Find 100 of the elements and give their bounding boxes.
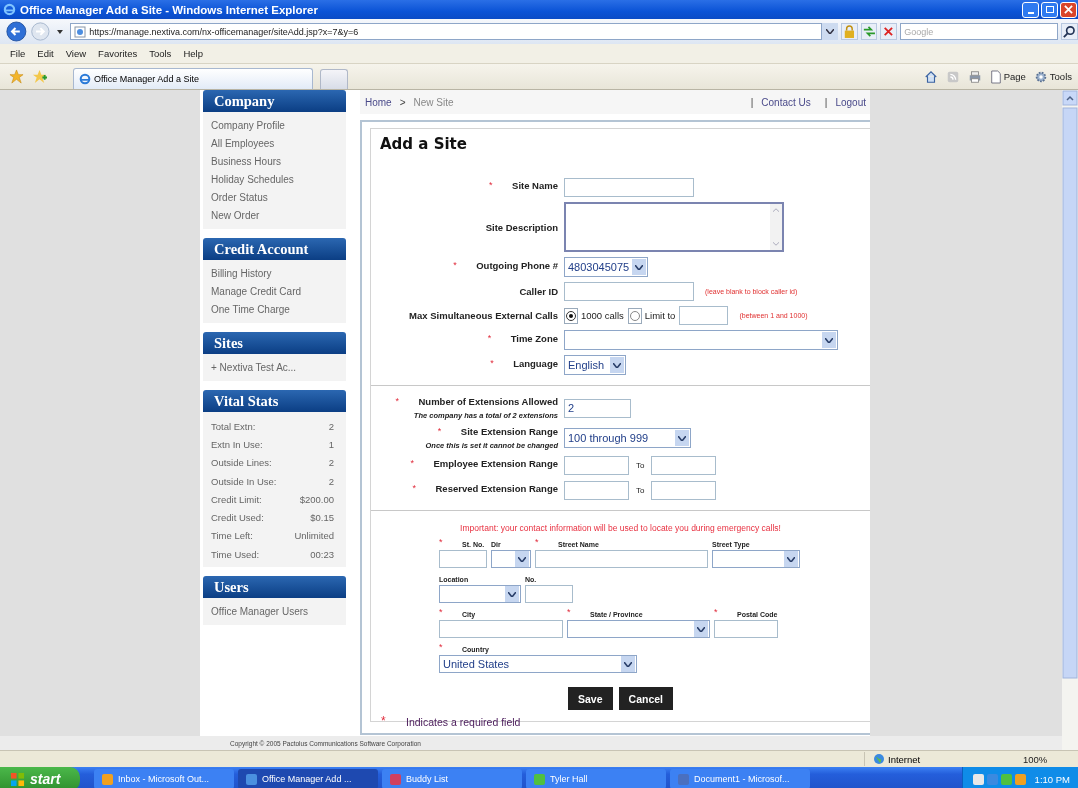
required-asterisk: * — [567, 606, 572, 619]
back-button[interactable] — [6, 21, 27, 42]
menu-item[interactable]: Tools — [145, 48, 176, 59]
dropdown[interactable] — [491, 550, 531, 568]
required-asterisk: * — [490, 357, 495, 370]
sidebar-link[interactable]: All Employees — [203, 135, 346, 153]
header-link[interactable]: Contact Us — [761, 96, 811, 108]
radio-button[interactable] — [566, 310, 576, 321]
dropdown[interactable]: 4803045075 — [564, 257, 648, 277]
zoom-level-button[interactable]: 100% — [1023, 753, 1048, 765]
clock: 1:10 PM — [1034, 773, 1070, 785]
sidebar-link[interactable]: Holiday Schedules — [203, 171, 346, 189]
print-icon[interactable] — [967, 69, 982, 84]
radio-button[interactable] — [629, 310, 640, 321]
menu-item[interactable]: Favorites — [94, 48, 142, 59]
required-asterisk: * — [439, 536, 444, 549]
add-favorite-icon[interactable] — [32, 69, 47, 84]
dropdown[interactable]: 100 through 999 — [564, 428, 691, 448]
sidebar-link[interactable]: Office Manager Users — [203, 603, 346, 622]
field-label: Caller ID — [519, 286, 558, 297]
text-field[interactable] — [439, 550, 487, 568]
sidebar-link[interactable]: Business Hours — [203, 153, 346, 171]
sidebar-link[interactable]: New Order — [203, 207, 346, 225]
caret-icon — [694, 621, 708, 637]
command-menu-button[interactable]: Page — [989, 69, 1026, 84]
text-area[interactable] — [564, 202, 784, 252]
stat-value: $200.00 — [299, 493, 334, 505]
breadcrumb-link[interactable]: Home — [365, 96, 392, 108]
command-menu-button[interactable]: Tools — [1033, 69, 1072, 84]
limit-field[interactable] — [679, 306, 729, 325]
favorites-star-icon[interactable] — [9, 69, 24, 84]
text-field[interactable] — [564, 178, 694, 197]
text-field[interactable] — [714, 620, 778, 638]
caret-icon — [632, 259, 646, 275]
range-start-field[interactable] — [564, 456, 629, 475]
taskbar-button[interactable]: Document1 - Microsof... — [670, 769, 810, 788]
minimize-button[interactable] — [1022, 1, 1039, 18]
dropdown[interactable]: English — [564, 355, 626, 375]
sidebar-link[interactable]: Manage Credit Card — [203, 283, 346, 301]
taskbar-button[interactable]: Buddy List — [382, 769, 522, 788]
tray-app-icon[interactable] — [1000, 773, 1012, 785]
required-asterisk: * — [489, 180, 494, 192]
radio-label: Limit to — [644, 310, 676, 321]
search-field[interactable]: Google — [900, 23, 1059, 40]
menu-item[interactable]: Help — [179, 48, 207, 59]
feeds-icon[interactable] — [945, 69, 960, 84]
sidebar-link[interactable]: Order Status — [203, 189, 346, 207]
required-asterisk: * — [487, 332, 493, 345]
sidebar-link[interactable]: Company Profile — [203, 117, 346, 135]
stat-value: 2 — [328, 457, 334, 469]
tray-app-icon[interactable] — [1014, 773, 1026, 785]
required-note: Indicates a required field — [406, 715, 521, 728]
form-button[interactable]: Cancel — [618, 687, 673, 710]
dropdown[interactable]: United States — [439, 655, 637, 673]
menu-item[interactable]: File — [6, 48, 30, 59]
address-bar[interactable]: https://manage.nextiva.com/nx-officemanager/siteAdd.jsp?x=7&y=6 — [70, 23, 823, 40]
sidebar-heading: Vital Stats — [203, 390, 346, 412]
stat-label: Total Extn: — [211, 420, 256, 432]
stat-value: 2 — [328, 475, 334, 487]
text-field[interactable] — [564, 282, 694, 301]
range-start-field[interactable] — [564, 481, 629, 500]
dropdown-button[interactable] — [822, 23, 838, 40]
refresh-icon[interactable] — [860, 23, 878, 40]
stat-value: Unlimited — [294, 530, 334, 542]
menu-item[interactable]: Edit — [33, 48, 58, 59]
sidebar-link[interactable]: Billing History — [203, 265, 346, 283]
history-caret-icon[interactable] — [57, 29, 64, 34]
home-icon[interactable] — [923, 69, 938, 84]
sidebar-heading: Company — [203, 90, 346, 112]
sidebar-heading: Sites — [203, 332, 346, 354]
range-end-field[interactable] — [651, 456, 717, 475]
globe-icon — [873, 753, 885, 765]
browser-tab[interactable]: Office Manager Add a Site — [73, 68, 313, 89]
close-button[interactable] — [1060, 1, 1077, 18]
taskbar-button[interactable]: Tyler Hall — [526, 769, 666, 788]
gear-icon — [1033, 69, 1048, 84]
sidebar-link[interactable]: + Nextiva Test Ac... — [203, 359, 346, 377]
menu-item[interactable]: View — [61, 48, 91, 59]
text-field[interactable] — [535, 550, 708, 568]
taskbar-button[interactable]: Office Manager Add ... — [238, 769, 378, 788]
text-field[interactable]: 2 — [564, 398, 631, 418]
form-button[interactable]: Save — [568, 687, 613, 710]
search-icon[interactable] — [1061, 23, 1078, 40]
tray-app-icon[interactable] — [972, 773, 984, 785]
required-asterisk: * — [381, 714, 387, 729]
taskbar-button[interactable]: Inbox - Microsoft Out... — [94, 769, 234, 788]
caret-icon — [610, 357, 624, 373]
stop-icon[interactable] — [880, 23, 898, 40]
text-field[interactable] — [525, 585, 573, 603]
range-end-field[interactable] — [651, 481, 717, 500]
restore-button[interactable] — [1041, 1, 1058, 18]
required-asterisk: * — [439, 641, 444, 654]
stat-label: Outside Lines: — [211, 457, 272, 469]
header-link[interactable]: Logout — [835, 96, 866, 108]
breadcrumb-separator: > — [399, 96, 406, 108]
stat-label: Credit Used: — [211, 512, 264, 524]
field-label: Reserved Extension Range — [435, 483, 558, 496]
new-tab-button[interactable] — [320, 69, 348, 89]
sidebar-link[interactable]: One Time Charge — [203, 301, 346, 319]
text-field[interactable] — [439, 620, 563, 638]
